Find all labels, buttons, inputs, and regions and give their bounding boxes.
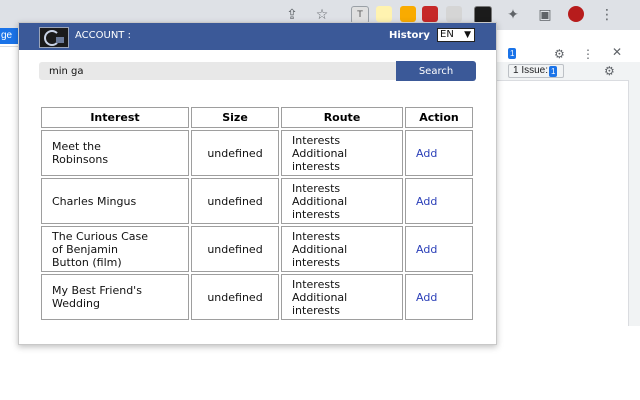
extension-icon[interactable]	[400, 6, 416, 22]
table-row: My Best Friend's Wedding undefined Intere…	[41, 274, 473, 320]
interest-line: My Best Friend's	[52, 284, 142, 297]
results-table: Interest Size Route Action Meet the Robin…	[39, 105, 475, 322]
language-select[interactable]: EN ▼	[437, 28, 475, 42]
search-input[interactable]	[39, 62, 396, 80]
gear-icon[interactable]: ⚙	[554, 48, 565, 60]
size-cell: undefined	[191, 274, 279, 320]
add-link[interactable]: Add	[416, 195, 437, 208]
route-line: interests	[292, 159, 340, 173]
issues-badge[interactable]: 1	[508, 48, 517, 59]
interest-cell: Charles Mingus	[41, 178, 189, 224]
app-logo	[39, 27, 69, 48]
extension-icon[interactable]	[376, 6, 392, 22]
route-cell: Interests Additional interests	[281, 274, 403, 320]
account-label: ACCOUNT :	[75, 30, 131, 41]
interest-line: The Curious Case	[52, 229, 149, 243]
column-header-size: Size	[191, 107, 279, 128]
route-line: Interests	[292, 181, 341, 195]
kebab-menu-icon[interactable]: ⋮	[582, 48, 594, 60]
action-cell: Add	[405, 274, 473, 320]
extension-icon[interactable]	[446, 6, 462, 22]
action-cell: Add	[405, 130, 473, 176]
close-icon[interactable]: ✕	[612, 46, 622, 58]
size-cell: undefined	[191, 130, 279, 176]
language-value: EN	[440, 29, 454, 40]
interest-line: Button (film)	[52, 255, 122, 269]
interest-line: Robinsons	[52, 153, 109, 166]
add-link[interactable]: Add	[416, 147, 437, 160]
route-line: interests	[292, 255, 340, 269]
interest-line: Wedding	[52, 297, 100, 310]
search-button[interactable]: Search	[396, 61, 476, 81]
table-row: The Curious Case of Benjamin Button (film)…	[41, 226, 473, 272]
issues-count-badge: 1	[549, 66, 558, 77]
route-line: Additional	[292, 242, 348, 256]
popup-header: ACCOUNT : History EN ▼	[19, 23, 496, 50]
route-line: Additional	[292, 146, 348, 160]
route-line: interests	[292, 303, 340, 317]
route-cell: Interests Additional interests	[281, 130, 403, 176]
issues-button[interactable]: 1 Issue: 1	[508, 64, 564, 78]
devtools-panel-edge	[628, 80, 640, 326]
route-line: Additional	[292, 194, 348, 208]
route-line: interests	[292, 207, 340, 221]
sidebar-icon[interactable]: ▣	[536, 6, 554, 24]
chevron-down-icon: ▼	[464, 30, 471, 40]
interest-line: of Benjamin	[52, 242, 118, 256]
interest-cell: The Curious Case of Benjamin Button (film)	[41, 226, 189, 272]
table-row: Charles Mingus undefined Interests Additi…	[41, 178, 473, 224]
add-link[interactable]: Add	[416, 243, 437, 256]
interest-cell: Meet the Robinsons	[41, 130, 189, 176]
route-line: Interests	[292, 277, 341, 291]
action-cell: Add	[405, 178, 473, 224]
route-line: Additional	[292, 290, 348, 304]
interest-cell: My Best Friend's Wedding	[41, 274, 189, 320]
kebab-menu-icon[interactable]: ⋮	[598, 6, 616, 24]
devtools-top-bar: ✕ 1 ⚙ ⋮	[496, 46, 640, 62]
action-cell: Add	[405, 226, 473, 272]
interest-line: Charles Mingus	[52, 194, 137, 208]
extension-icon[interactable]	[422, 6, 438, 22]
add-link[interactable]: Add	[416, 291, 437, 304]
interest-line: Meet the	[52, 140, 101, 153]
route-line: Interests	[292, 133, 341, 147]
devtools-issues-bar: 1 Issue: 1 ⚙	[496, 62, 640, 81]
column-header-action: Action	[405, 107, 473, 128]
gear-icon[interactable]: ⚙	[604, 65, 615, 77]
extension-popup: ACCOUNT : History EN ▼ Search Interest S…	[18, 22, 497, 345]
page-chip[interactable]: ge	[0, 28, 20, 44]
size-cell: undefined	[191, 226, 279, 272]
profile-icon[interactable]	[568, 6, 584, 22]
column-header-interest: Interest	[41, 107, 189, 128]
route-line: Interests	[292, 229, 341, 243]
table-header-row: Interest Size Route Action	[41, 107, 473, 128]
route-cell: Interests Additional interests	[281, 178, 403, 224]
route-cell: Interests Additional interests	[281, 226, 403, 272]
puzzle-icon[interactable]: ✦	[504, 6, 522, 24]
issues-label: 1 Issue:	[513, 65, 549, 76]
table-row: Meet the Robinsons undefined Interests Add…	[41, 130, 473, 176]
history-link[interactable]: History	[389, 29, 430, 43]
column-header-route: Route	[281, 107, 403, 128]
size-cell: undefined	[191, 178, 279, 224]
